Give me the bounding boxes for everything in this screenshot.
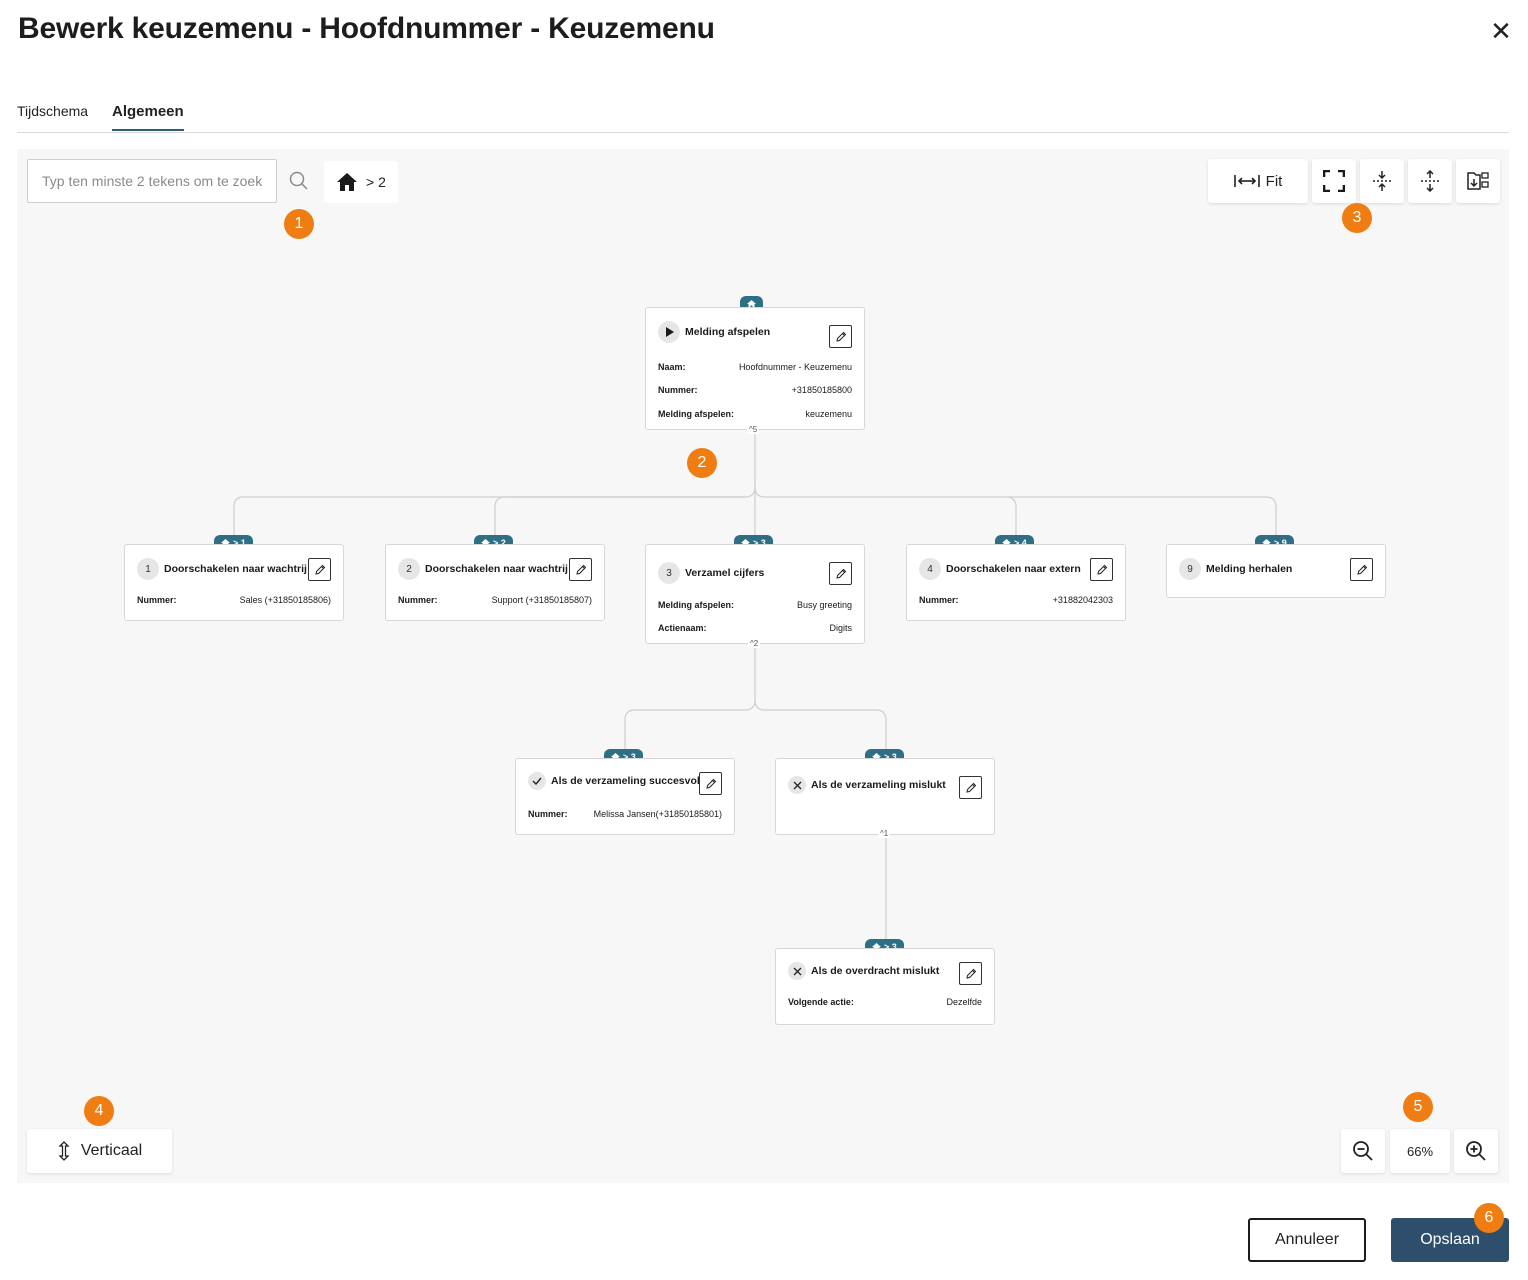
edit-pencil-icon[interactable] [1350, 558, 1373, 581]
node-row: Nummer: Support (+31850185807) [398, 595, 592, 605]
digit-badge: 4 [919, 558, 941, 580]
node-title: Als de verzameling succesvol is [551, 775, 712, 787]
node-title: Doorschakelen naar wachtrij [425, 563, 568, 575]
callout-badge: 2 [687, 448, 717, 478]
zoom-out-icon [1353, 1141, 1373, 1161]
tab-algemeen-label: Algemeen [112, 103, 184, 120]
zoom-in-button[interactable] [1454, 1129, 1498, 1173]
node-title: Melding herhalen [1206, 563, 1293, 575]
tree-connectors [233, 430, 1277, 947]
breadcrumb-text: > 2 [366, 174, 386, 190]
callout-badge: 1 [284, 209, 314, 239]
edit-pencil-icon[interactable] [959, 962, 982, 985]
node-title: Doorschakelen naar wachtrij [164, 563, 307, 575]
zoom-level: 66% [1390, 1129, 1450, 1173]
play-icon [658, 321, 680, 343]
edit-pencil-icon[interactable] [959, 776, 982, 799]
collapse-icon [1373, 171, 1391, 191]
fit-label: Fit [1265, 172, 1283, 190]
node-title: Als de verzameling mislukt [811, 779, 946, 791]
digit-badge: 9 [1179, 558, 1201, 580]
fullscreen-button[interactable] [1312, 159, 1356, 203]
check-icon [528, 772, 546, 790]
node-row: Melding afspelen: keuzemenu [658, 409, 852, 419]
tree-node[interactable]: 1 Doorschakelen naar wachtrij Nummer: Sale… [124, 544, 344, 621]
cancel-button[interactable]: Annuleer [1248, 1218, 1366, 1262]
layout-toggle-label: Verticaal [80, 1142, 143, 1159]
tree-node[interactable]: Als de overdracht mislukt Volgende actie… [775, 948, 995, 1025]
dialog-title: Bewerk keuzemenu - Hoofdnummer - Keuzeme… [18, 12, 715, 45]
tree-node[interactable]: 2 Doorschakelen naar wachtrij Nummer: Supp… [385, 544, 605, 621]
export-button[interactable] [1456, 159, 1500, 203]
fit-button[interactable]: Fit [1208, 159, 1308, 203]
edit-pencil-icon[interactable] [569, 558, 592, 581]
digit-badge: 1 [137, 558, 159, 580]
edit-pencil-icon[interactable] [1090, 558, 1113, 581]
tab-algemeen[interactable]: Algemeen [112, 103, 184, 131]
children-count[interactable]: ^1 [878, 829, 891, 838]
edit-pencil-icon[interactable] [308, 558, 331, 581]
children-count[interactable]: ^5 [747, 425, 760, 434]
close-icon[interactable]: ✕ [1488, 18, 1514, 44]
digit-badge: 2 [398, 558, 420, 580]
zoom-out-button[interactable] [1341, 1129, 1385, 1173]
edit-pencil-icon[interactable] [829, 325, 852, 348]
edit-pencil-icon[interactable] [699, 772, 722, 795]
flow-canvas[interactable]: > 2 1 Fit 3 Melding afspelen Naam:Hoofdn… [17, 149, 1509, 1183]
digit-badge: 3 [658, 562, 680, 584]
search-input[interactable] [28, 160, 276, 202]
node-row: Nummer: +31850185800 [658, 385, 852, 395]
fullscreen-icon [1323, 170, 1345, 192]
node-row: Nummer: Melissa Jansen(+31850185801) [528, 809, 722, 819]
callout-badge: 4 [84, 1096, 114, 1126]
tab-bar: Tijdschema Algemeen [17, 98, 1509, 133]
layout-toggle-button[interactable]: Verticaal [27, 1129, 172, 1173]
node-row: Melding afspelen: Busy greeting [658, 600, 852, 610]
home-icon [337, 173, 357, 191]
search-box[interactable] [27, 159, 277, 203]
tree-node[interactable]: 4 Doorschakelen naar extern Nummer: +31882… [906, 544, 1126, 621]
tree-node[interactable]: Als de verzameling succesvol is Nummer: M… [515, 758, 735, 835]
callout-badge: 6 [1474, 1203, 1504, 1233]
node-row: Nummer: Sales (+31850185806) [137, 595, 331, 605]
breadcrumb[interactable]: > 2 [324, 161, 398, 203]
node-row: Naam: Hoofdnummer - Keuzemenu [658, 362, 852, 372]
callout-badge: 5 [1403, 1092, 1433, 1122]
x-icon [788, 776, 806, 794]
tree-node[interactable]: Als de verzameling mislukt [775, 758, 995, 835]
tree-node[interactable]: 9 Melding herhalen [1166, 544, 1386, 598]
node-title: Verzamel cijfers [685, 567, 765, 579]
node-title: Doorschakelen naar extern [946, 563, 1081, 575]
edit-pencil-icon[interactable] [829, 562, 852, 585]
vertical-arrows-icon [58, 1141, 70, 1161]
children-count[interactable]: ^2 [748, 639, 761, 648]
node-row: Actienaam: Digits [658, 623, 852, 633]
tree-node[interactable]: 3 Verzamel cijfers Melding afspelen: Busy … [645, 544, 865, 644]
zoom-in-icon [1466, 1141, 1486, 1161]
export-icon [1467, 172, 1489, 190]
tab-tijdschema[interactable]: Tijdschema [17, 103, 88, 119]
node-title: Als de overdracht mislukt [811, 965, 940, 977]
collapse-all-button[interactable] [1360, 159, 1404, 203]
expand-all-button[interactable] [1408, 159, 1452, 203]
fit-width-icon [1233, 175, 1260, 187]
node-row: Nummer: +31882042303 [919, 595, 1113, 605]
x-icon [788, 962, 806, 980]
node-row: Volgende actie: Dezelfde [788, 997, 982, 1007]
callout-badge: 3 [1342, 203, 1372, 233]
node-title: Melding afspelen [685, 326, 771, 338]
tree-node-root[interactable]: Melding afspelen Naam: Hoofdnummer - Keuz… [645, 307, 865, 430]
search-icon[interactable] [289, 171, 309, 191]
active-tab-indicator [112, 129, 184, 131]
expand-icon [1421, 170, 1439, 192]
